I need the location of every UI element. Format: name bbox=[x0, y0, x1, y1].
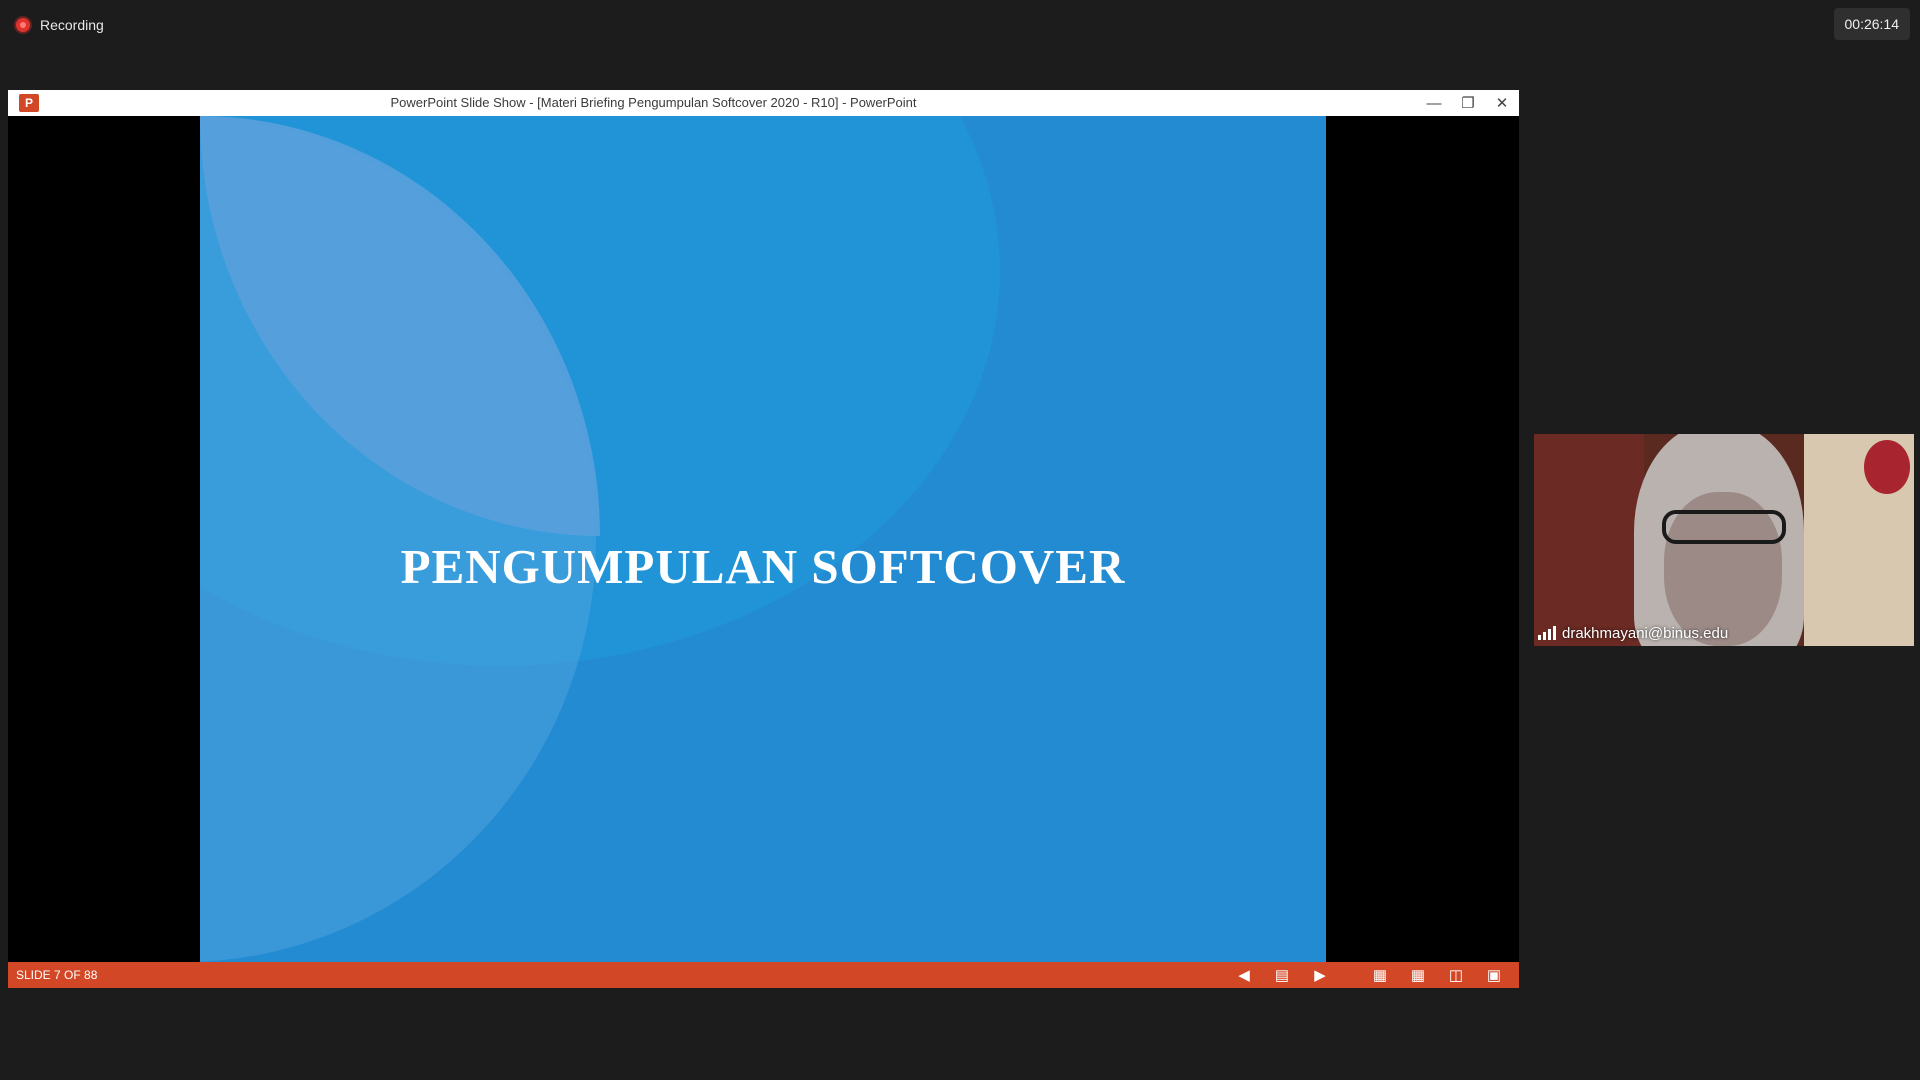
slideshow-icon[interactable]: ▣ bbox=[1481, 964, 1507, 986]
recording-dot-icon bbox=[16, 18, 30, 32]
close-button[interactable]: ✕ bbox=[1485, 90, 1519, 116]
signal-strength-icon bbox=[1538, 626, 1556, 640]
powerpoint-logo-icon[interactable]: P bbox=[19, 94, 39, 112]
participant-video[interactable]: drakhmayani@binus.edu bbox=[1534, 434, 1914, 646]
slide-canvas[interactable]: PENGUMPULAN SOFTCOVER bbox=[200, 116, 1326, 962]
window-title: PowerPoint Slide Show - [Materi Briefing… bbox=[390, 95, 917, 110]
next-slide-icon[interactable]: ▶ bbox=[1307, 964, 1333, 986]
video-background-flower bbox=[1864, 440, 1910, 494]
recording-label: Recording bbox=[40, 17, 104, 33]
slide-area[interactable]: PENGUMPULAN SOFTCOVER bbox=[8, 116, 1519, 962]
previous-slide-icon[interactable]: ◀ bbox=[1231, 964, 1257, 986]
slide-counter: SLIDE 7 OF 88 bbox=[16, 968, 98, 982]
normal-view-icon[interactable]: ▦ bbox=[1367, 964, 1393, 986]
participant-name: drakhmayani@binus.edu bbox=[1562, 624, 1729, 642]
restore-button[interactable]: ❐ bbox=[1451, 90, 1485, 116]
video-background bbox=[1534, 434, 1644, 646]
participant-glasses bbox=[1662, 510, 1786, 544]
slideshow-status-bar: SLIDE 7 OF 88 ◀ ▤ ▶ ▦ ▦ ◫ ▣ bbox=[8, 962, 1519, 988]
reading-view-icon[interactable]: ◫ bbox=[1443, 964, 1469, 986]
recording-indicator: Recording bbox=[16, 14, 104, 36]
notes-icon[interactable]: ▤ bbox=[1269, 964, 1295, 986]
slide-sorter-icon[interactable]: ▦ bbox=[1405, 964, 1431, 986]
window-controls: — ❐ ✕ bbox=[1417, 90, 1519, 116]
window-titlebar[interactable]: P PowerPoint Slide Show - [Materi Briefi… bbox=[8, 90, 1519, 116]
minimize-button[interactable]: — bbox=[1417, 90, 1451, 116]
powerpoint-window: P PowerPoint Slide Show - [Materi Briefi… bbox=[8, 90, 1519, 988]
participant-name-tag: drakhmayani@binus.edu bbox=[1538, 622, 1728, 644]
slideshow-controls: ◀ ▤ ▶ ▦ ▦ ◫ ▣ bbox=[1219, 962, 1507, 988]
slide-title: PENGUMPULAN SOFTCOVER bbox=[400, 539, 1126, 594]
meeting-timer: 00:26:14 bbox=[1833, 8, 1910, 40]
